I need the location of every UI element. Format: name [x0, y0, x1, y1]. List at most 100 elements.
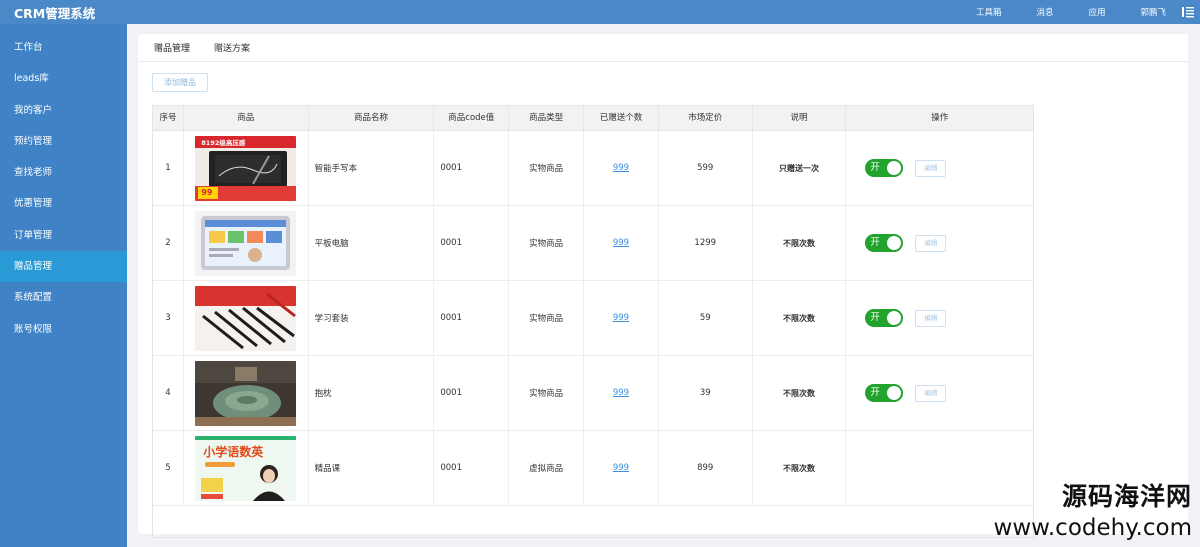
edit-button[interactable]: 编辑 — [915, 309, 947, 327]
apps-link[interactable]: 应用 — [1088, 6, 1105, 18]
product-code: 0001 — [434, 206, 510, 280]
sidebar-item-account-permissions[interactable]: 账号权限 — [0, 314, 127, 345]
product-type: 实物商品 — [509, 281, 585, 355]
toggle-label: 开 — [870, 162, 880, 173]
toggle-label: 开 — [870, 387, 880, 398]
toggle-knob — [887, 386, 902, 400]
header-product: 商品 — [184, 106, 309, 130]
sent-count-link[interactable]: 999 — [613, 463, 629, 473]
thumb-headline: 8192级高压感 — [201, 138, 246, 147]
top-bar: CRM管理系统 工具箱 消息 应用 郭鹏飞 — [0, 0, 1200, 24]
sidebar-item-gifts[interactable]: 赠品管理 — [0, 251, 127, 283]
edit-button[interactable]: 编辑 — [915, 234, 947, 252]
enable-toggle[interactable]: 开 — [865, 159, 904, 177]
table-row: 3 学习套装 0001 实物商品 999 59 不限次数 开 编辑 — [153, 281, 1033, 356]
product-type: 虚拟商品 — [509, 431, 585, 505]
product-code: 0001 — [434, 131, 510, 205]
sent-count-cell: 999 — [584, 206, 659, 280]
course-image: 小学语数英 — [195, 435, 297, 501]
toggle-knob — [887, 311, 902, 325]
product-cell: 8192级高压感 99 — [184, 131, 309, 205]
smart-notebook-image: 8192级高压感 99 — [195, 135, 297, 201]
enable-toggle[interactable]: 开 — [865, 234, 904, 252]
tablet-image — [195, 210, 297, 276]
product-name: 学习套装 — [309, 281, 435, 355]
product-code: 0001 — [434, 431, 510, 505]
add-gift-button[interactable]: 添加赠品 — [152, 73, 208, 92]
sidebar: 工作台 leads库 我的客户 预约管理 查找老师 优惠管理 订单管理 赠品管理… — [0, 24, 127, 547]
product-cell: 小学语数英 — [184, 431, 309, 505]
thumb-badge: 99 — [201, 187, 213, 197]
sent-count-link[interactable]: 999 — [613, 313, 629, 323]
watermark-cn: 源码海洋网 — [1061, 482, 1192, 511]
watermark: 源码海洋网 www.codehy.com — [994, 482, 1192, 541]
enable-toggle[interactable]: 开 — [865, 309, 904, 327]
sidebar-item-discounts[interactable]: 优惠管理 — [0, 188, 127, 219]
tab-bar: 赠品管理 赠送方案 — [142, 42, 262, 62]
actions-cell: 开 编辑 — [846, 131, 1033, 205]
sidebar-item-my-customers[interactable]: 我的客户 — [0, 95, 127, 126]
sidebar-item-system-config[interactable]: 系统配置 — [0, 282, 127, 313]
table-row: 2 平板电脑 0001 实物商品 999 1299 不限次数 开 编辑 — [153, 206, 1033, 281]
tab-divider — [138, 61, 1188, 62]
gift-note: 不限次数 — [753, 281, 847, 355]
table-header: 序号 商品 商品名称 商品code值 商品类型 已赠送个数 市场定价 说明 操作 — [153, 106, 1033, 131]
toolbox-link[interactable]: 工具箱 — [976, 6, 1002, 18]
sent-count-link[interactable]: 999 — [613, 238, 629, 248]
gift-note: 不限次数 — [753, 431, 847, 505]
table-row: 1 8192级高压感 99 智能手写本 0001 实物商品 999 599 只赠… — [153, 131, 1033, 206]
edit-button[interactable]: 编辑 — [915, 384, 947, 402]
menu-toggle-icon[interactable] — [1182, 5, 1196, 19]
pen-set-image — [195, 285, 297, 351]
toggle-label: 开 — [870, 312, 880, 323]
sidebar-item-orders[interactable]: 订单管理 — [0, 220, 127, 251]
toggle-knob — [887, 161, 902, 175]
actions-cell: 开 编辑 — [846, 281, 1033, 355]
enable-toggle[interactable]: 开 — [865, 384, 904, 402]
product-code: 0001 — [434, 281, 510, 355]
table-row: 5 小学语数英 精品课 0001 虚拟商品 999 899 不限次数 — [153, 431, 1033, 506]
product-name: 智能手写本 — [309, 131, 435, 205]
tab-gift-plans[interactable]: 赠送方案 — [202, 42, 262, 62]
sent-count-cell: 999 — [584, 431, 659, 505]
messages-link[interactable]: 消息 — [1036, 6, 1053, 18]
sidebar-item-leads[interactable]: leads库 — [0, 63, 127, 94]
table-row: 4 抱枕 0001 实物商品 999 39 不限次数 开 编辑 — [153, 356, 1033, 431]
market-price: 1299 — [659, 206, 753, 280]
sent-count-cell: 999 — [584, 356, 659, 430]
main-panel: 赠品管理 赠送方案 添加赠品 序号 商品 商品名称 商品code值 商品类型 已… — [138, 34, 1188, 538]
row-index: 4 — [153, 356, 184, 430]
actions-cell: 开 编辑 — [846, 356, 1033, 430]
header-sent-count: 已赠送个数 — [584, 106, 659, 130]
product-type: 实物商品 — [509, 206, 585, 280]
header-code: 商品code值 — [434, 106, 510, 130]
sidebar-item-workbench[interactable]: 工作台 — [0, 32, 127, 63]
product-cell — [184, 281, 309, 355]
product-name: 抱枕 — [309, 356, 435, 430]
gift-note: 不限次数 — [753, 206, 847, 280]
tab-gift-management[interactable]: 赠品管理 — [142, 42, 202, 62]
sent-count-link[interactable]: 999 — [613, 163, 629, 173]
market-price: 599 — [659, 131, 753, 205]
sidebar-item-find-teacher[interactable]: 查找老师 — [0, 157, 127, 188]
sidebar-item-appointments[interactable]: 预约管理 — [0, 126, 127, 157]
product-name: 精品课 — [309, 431, 435, 505]
sent-count-link[interactable]: 999 — [613, 388, 629, 398]
edit-button[interactable]: 编辑 — [915, 159, 947, 177]
header-index: 序号 — [153, 106, 184, 130]
product-type: 实物商品 — [509, 356, 585, 430]
product-cell — [184, 206, 309, 280]
toggle-knob — [887, 236, 902, 250]
product-cell — [184, 356, 309, 430]
top-nav: 工具箱 消息 应用 郭鹏飞 — [976, 0, 1200, 24]
user-menu[interactable]: 郭鹏飞 — [1140, 6, 1166, 18]
product-name: 平板电脑 — [309, 206, 435, 280]
gift-note: 不限次数 — [753, 356, 847, 430]
header-type: 商品类型 — [509, 106, 585, 130]
pillow-image — [195, 360, 297, 426]
market-price: 39 — [659, 356, 753, 430]
gift-note: 只赠送一次 — [753, 131, 847, 205]
header-price: 市场定价 — [659, 106, 753, 130]
sent-count-cell: 999 — [584, 281, 659, 355]
actions-cell: 开 编辑 — [846, 206, 1033, 280]
